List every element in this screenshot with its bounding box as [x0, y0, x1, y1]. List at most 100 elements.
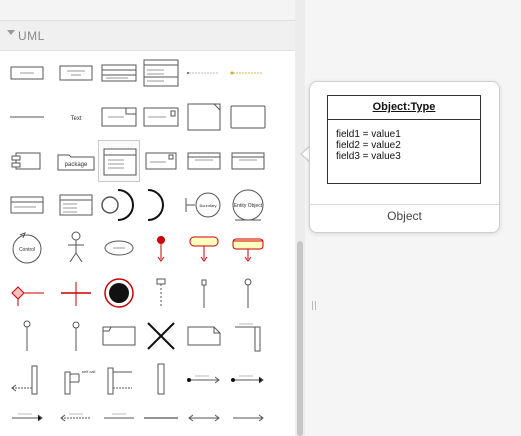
shape-icon — [10, 196, 44, 214]
field-line: field3 = value3 — [336, 151, 401, 162]
shape-icon — [107, 367, 132, 395]
shape-icon — [10, 116, 44, 118]
shape-icon: Boundary — [185, 192, 221, 218]
shape-lollipop[interactable] — [140, 184, 182, 226]
shape-icon — [103, 148, 137, 176]
shape-association[interactable] — [227, 358, 269, 400]
shape-icon — [187, 152, 221, 170]
shape-icon — [72, 321, 80, 351]
shape-icon — [231, 152, 265, 170]
previous-section-edge — [0, 0, 295, 20]
shape-icon — [187, 326, 221, 346]
shape-callback[interactable] — [98, 358, 140, 400]
shape-icon — [231, 375, 264, 384]
shape-lifeline-3[interactable] — [55, 315, 97, 357]
shape-line[interactable] — [98, 396, 140, 436]
shape-icon — [101, 107, 137, 127]
shape-frame-2[interactable] — [98, 315, 140, 357]
shape-class-detailed[interactable] — [140, 52, 182, 94]
shape-end-state[interactable] — [98, 272, 140, 314]
shape-control-object[interactable]: Control — [6, 227, 48, 269]
shape-actor[interactable] — [55, 227, 97, 269]
shape-directed-arrow[interactable] — [227, 396, 269, 436]
shape-destroy[interactable] — [140, 315, 182, 357]
shape-icon — [68, 231, 84, 263]
shape-component-small[interactable] — [227, 140, 269, 182]
shape-icon — [157, 236, 165, 262]
shape-icon — [101, 64, 137, 82]
shape-text[interactable]: Text — [55, 96, 97, 138]
shape-class[interactable] — [98, 52, 140, 94]
shape-reply[interactable] — [55, 396, 97, 436]
shape-icon — [232, 238, 264, 262]
tooltip-divider — [310, 204, 499, 205]
object-preview: Object:Type field1 = value1 field2 = val… — [327, 95, 481, 184]
shape-icon — [189, 236, 219, 262]
shape-decision-state[interactable] — [227, 227, 269, 269]
shape-activation[interactable] — [140, 272, 182, 314]
shape-interface[interactable] — [140, 140, 182, 182]
shape-item[interactable] — [227, 96, 269, 138]
shape-note[interactable] — [183, 96, 225, 138]
shape-fork[interactable] — [55, 272, 97, 314]
section-title: UML — [18, 29, 45, 43]
shape-required-interface[interactable] — [98, 184, 140, 226]
shape-component[interactable] — [140, 96, 182, 138]
scrollbar-thumb[interactable] — [297, 241, 303, 436]
shape-lifeline[interactable] — [183, 272, 225, 314]
shape-note-2[interactable] — [183, 315, 225, 357]
shape-object-attribute[interactable] — [55, 52, 97, 94]
shape-return[interactable] — [227, 315, 269, 357]
shape-package-selected[interactable] — [98, 140, 140, 182]
shape-object[interactable] — [6, 52, 48, 94]
shape-icon — [11, 286, 44, 306]
field-line: field2 = value2 — [336, 140, 401, 151]
shape-inner-attribute[interactable] — [183, 52, 225, 94]
shape-icon — [59, 65, 93, 81]
shape-body-object[interactable]: Entity Object — [227, 184, 269, 226]
shape-module[interactable] — [6, 140, 48, 182]
svg-text:Text: Text — [70, 116, 81, 122]
shape-activity[interactable] — [183, 227, 225, 269]
shape-icon — [61, 282, 91, 306]
shape-separator-line[interactable] — [6, 96, 48, 138]
shape-icon: Control — [12, 232, 42, 264]
shape-message[interactable]: self call — [55, 358, 97, 400]
shape-icon — [187, 72, 219, 74]
shape-icon — [143, 107, 179, 127]
shape-icon — [59, 194, 93, 216]
panel-resize-handle[interactable] — [312, 301, 316, 310]
shape-frame[interactable] — [98, 96, 140, 138]
shape-package[interactable]: package — [55, 140, 97, 182]
shape-icon — [156, 278, 166, 308]
shape-icon — [233, 414, 264, 422]
shape-class-dependencies[interactable] — [6, 184, 48, 226]
shape-message-arrow[interactable] — [6, 396, 48, 436]
svg-text:Boundary: Boundary — [199, 203, 216, 208]
shape-bar[interactable] — [140, 358, 182, 400]
shape-inner-method[interactable] — [227, 52, 269, 94]
shape-provided-interface[interactable] — [55, 184, 97, 226]
shape-icon — [104, 278, 134, 308]
collapse-arrow-icon[interactable] — [7, 30, 15, 35]
shape-preview-tooltip: Object:Type field1 = value1 field2 = val… — [309, 81, 500, 233]
shape-entity[interactable]: Boundary — [183, 184, 225, 226]
shape-arrow[interactable] — [183, 396, 225, 436]
shape-icon — [11, 152, 41, 170]
shape-icon — [104, 240, 134, 256]
shape-lifeline-2[interactable] — [227, 272, 269, 314]
shape-branch[interactable] — [6, 272, 48, 314]
shape-icon — [144, 417, 178, 419]
shape-icon — [188, 414, 220, 422]
svg-text:Entity Object: Entity Object — [234, 203, 263, 209]
shape-solid-line[interactable] — [140, 396, 182, 436]
shape-use-case[interactable] — [98, 227, 140, 269]
shape-start-state[interactable] — [140, 227, 182, 269]
shape-component-box[interactable] — [183, 140, 225, 182]
shape-lifeline-pin[interactable] — [6, 315, 48, 357]
shape-return-message[interactable] — [6, 358, 48, 400]
shape-icon: package — [57, 154, 95, 171]
shape-icon — [187, 375, 220, 384]
shape-dispatch[interactable] — [183, 358, 225, 400]
section-header-uml[interactable]: UML — [0, 20, 295, 51]
